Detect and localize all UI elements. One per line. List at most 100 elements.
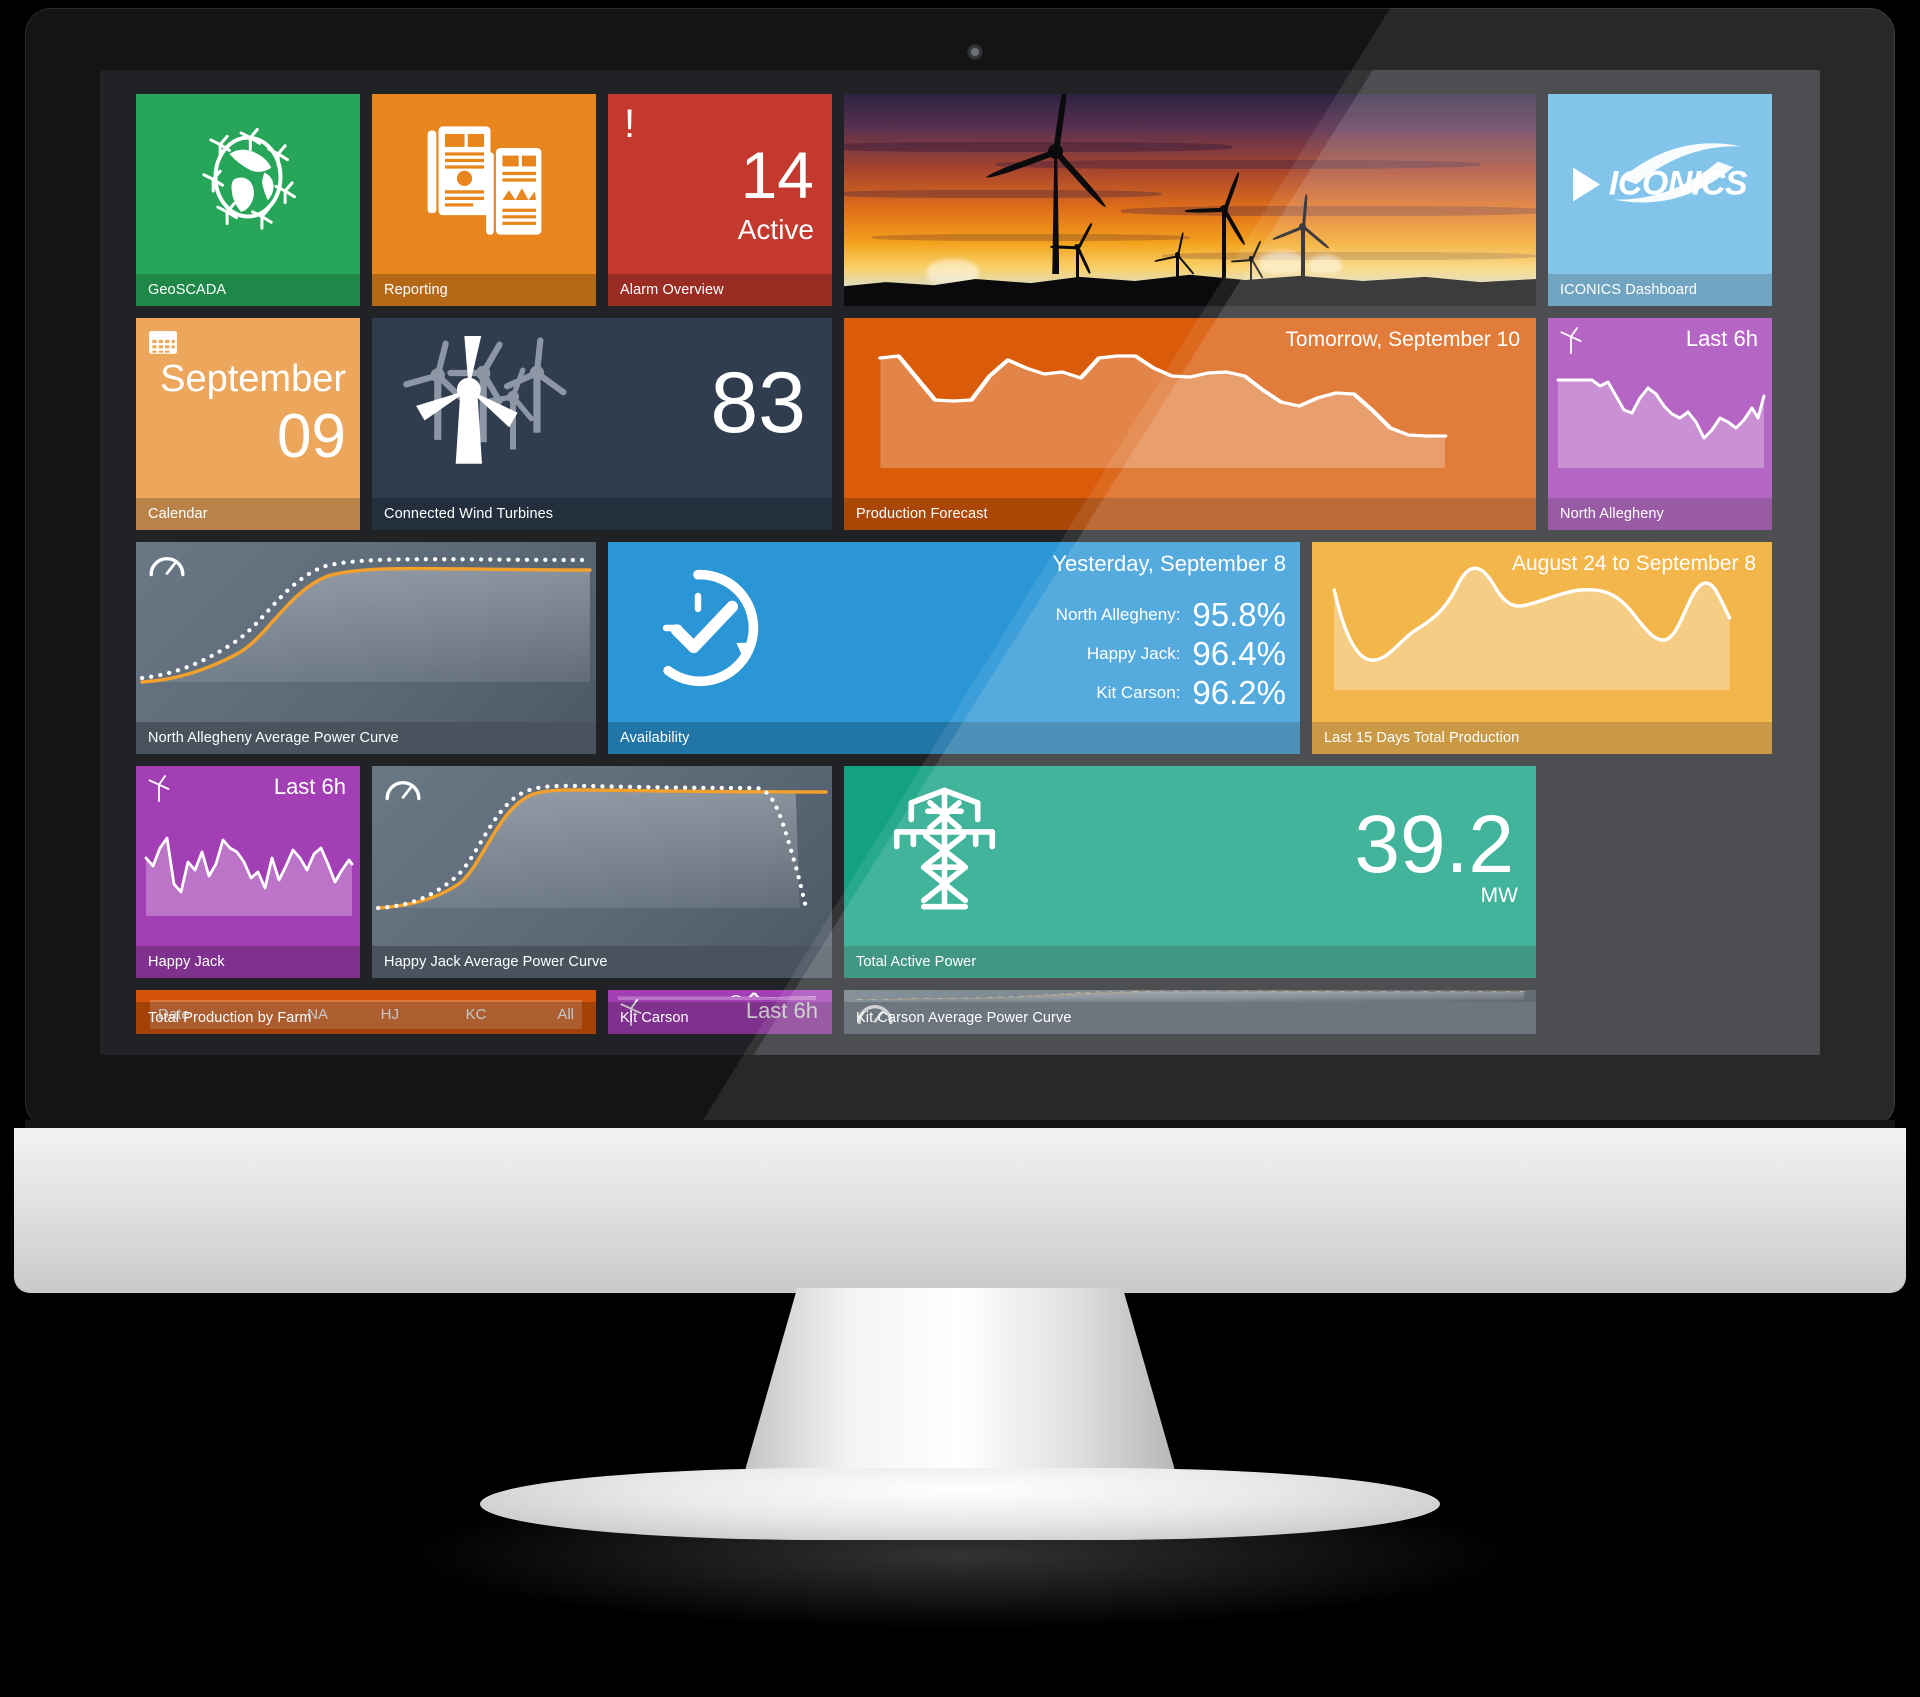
pylon-icon	[893, 787, 996, 910]
tile-last15-caption: Last 15 Days Total Production	[1312, 722, 1772, 754]
tile-production-table-caption: Total Production by Farm	[136, 1002, 596, 1034]
tile-power-caption: Total Active Power	[844, 946, 1536, 978]
tile-power-body: 39.2 MW	[844, 766, 1536, 946]
tile-geoscada[interactable]: GeoSCADA	[136, 94, 360, 306]
tile-grid: GeoSCADA Reporting ! 14 Active Alarm Ove…	[136, 94, 1786, 1034]
tile-na6h-caption: North Allegheny	[1548, 498, 1772, 530]
wind-farm-photo	[844, 94, 1536, 306]
tile-reporting[interactable]: Reporting	[372, 94, 596, 306]
tile-last15-body: August 24 to September 8	[1312, 542, 1772, 722]
tile-geoscada-label: GeoSCADA	[148, 282, 227, 298]
turbine-silhouette	[1230, 240, 1272, 298]
tile-iconics-label: ICONICS Dashboard	[1560, 282, 1698, 298]
tile-calendar-caption: Calendar	[136, 498, 360, 530]
availability-header: Yesterday, September 8	[1052, 551, 1286, 576]
na-power-curve-chart	[139, 557, 593, 684]
tile-na-power-curve[interactable]: North Allegheny Average Power Curve	[136, 542, 596, 754]
tile-na6h-body: Last 6h	[1548, 318, 1772, 498]
globe-turbines-icon	[202, 127, 296, 230]
tile-calendar-body: September 09	[136, 318, 360, 498]
power-value: 39.2	[1354, 799, 1514, 890]
tile-total-production-by-farm[interactable]: Date NA HJ KC All 9/8/2016	[136, 990, 596, 1034]
tile-forecast-label: Production Forecast	[856, 506, 988, 522]
kc-power-curve-chart	[855, 990, 1528, 1000]
availability-name: Kit Carson:	[1096, 682, 1181, 702]
tile-geoscada-caption: GeoSCADA	[136, 274, 360, 306]
gauge-icon	[385, 780, 421, 801]
tile-alarm-label: Alarm Overview	[620, 282, 724, 298]
availability-value: 96.4%	[1192, 635, 1286, 672]
turbine-silhouette	[1272, 193, 1333, 286]
tile-availability-body: Yesterday, September 8 North Allegheny: …	[608, 542, 1300, 722]
tile-turbines-body: 83	[372, 318, 832, 498]
tile-hj-curve-caption: Happy Jack Average Power Curve	[372, 946, 832, 978]
tile-kc-curve-caption: Kit Carson Average Power Curve	[844, 1002, 1536, 1034]
tile-reporting-caption: Reporting	[372, 274, 596, 306]
clock-check-icon	[662, 569, 759, 687]
tile-reporting-label: Reporting	[384, 282, 448, 298]
tile-availability-caption: Availability	[608, 722, 1300, 754]
availability-row: Happy Jack: 96.4%	[1056, 637, 1286, 670]
tile-availability[interactable]: Yesterday, September 8 North Allegheny: …	[608, 542, 1300, 754]
tile-kc-power-curve[interactable]: Kit Carson Average Power Curve	[844, 990, 1536, 1034]
tile-kc6h-body: Last 6h	[608, 990, 832, 1027]
tile-power-label: Total Active Power	[856, 954, 977, 970]
tile-wind-farm-photo[interactable]	[844, 94, 1536, 306]
tile-alarm-caption: Alarm Overview	[608, 274, 832, 306]
na-6h-area-chart	[1556, 378, 1766, 468]
exclamation-icon: !	[624, 102, 636, 146]
tile-connected-wind-turbines[interactable]: 83 Connected Wind Turbines	[372, 318, 832, 530]
tile-turbines-label: Connected Wind Turbines	[384, 506, 554, 522]
dashboard-screen: GeoSCADA Reporting ! 14 Active Alarm Ove…	[100, 70, 1820, 1055]
tile-production-forecast[interactable]: Tomorrow, September 10 Production Foreca…	[844, 318, 1536, 530]
tile-turbines-caption: Connected Wind Turbines	[372, 498, 832, 530]
tile-hj6h-body: Last 6h	[136, 766, 360, 946]
alarm-status: Active	[737, 214, 814, 245]
tile-kc-curve-body	[844, 990, 1536, 1025]
turbine-silhouette	[1049, 222, 1104, 296]
tile-kc-curve-label: Kit Carson Average Power Curve	[856, 1010, 1072, 1026]
tile-kc6h-caption: Kit Carson	[608, 1002, 832, 1034]
kc-6h-area-chart	[616, 992, 818, 1000]
tile-hj-curve-label: Happy Jack Average Power Curve	[384, 954, 608, 970]
gauge-icon	[149, 556, 185, 577]
availability-row: Kit Carson: 96.2%	[1056, 676, 1286, 709]
hj-power-curve-chart	[375, 783, 828, 911]
tile-kc6h-label: Kit Carson	[620, 1010, 689, 1026]
tile-hj-power-curve[interactable]: Happy Jack Average Power Curve	[372, 766, 832, 978]
tile-last-15-days-production[interactable]: August 24 to September 8 Last 15 Days To…	[1312, 542, 1772, 754]
calendar-icon	[149, 331, 177, 354]
availability-rows: North Allegheny: 95.8% Happy Jack: 96.4%…	[1056, 598, 1286, 709]
monitor-base	[480, 1468, 1440, 1540]
monitor-bezel: GeoSCADA Reporting ! 14 Active Alarm Ove…	[100, 70, 1820, 1055]
tile-na-curve-body	[136, 542, 596, 722]
webcam-icon	[967, 44, 983, 60]
monitor-frame: GeoSCADA Reporting ! 14 Active Alarm Ove…	[25, 8, 1895, 1128]
power-unit: MW	[1480, 884, 1518, 907]
availability-row: North Allegheny: 95.8%	[1056, 598, 1286, 631]
tile-iconics-body: ICONICS	[1548, 94, 1772, 274]
tile-hj6h-label: Happy Jack	[148, 954, 225, 970]
availability-name: Happy Jack:	[1086, 643, 1181, 663]
tile-hj6h-caption: Happy Jack	[136, 946, 360, 978]
tile-alarm-overview[interactable]: ! 14 Active Alarm Overview	[608, 94, 832, 306]
tile-na-curve-label: North Allegheny Average Power Curve	[148, 730, 399, 746]
tile-availability-label: Availability	[620, 730, 690, 746]
tile-total-active-power[interactable]: 39.2 MW Total Active Power	[844, 766, 1536, 978]
wind-turbines-icon	[403, 335, 567, 464]
tile-calendar[interactable]: September 09 Calendar	[136, 318, 360, 530]
tile-kit-carson-last6h[interactable]: Last 6h Kit Carson	[608, 990, 832, 1034]
tile-iconics-dashboard[interactable]: ICONICS ICONICS Dashboard	[1548, 94, 1772, 306]
tile-calendar-label: Calendar	[148, 506, 208, 522]
tile-geoscada-body	[136, 94, 360, 274]
alarm-count: 14	[740, 138, 814, 212]
tile-happy-jack-last6h[interactable]: Last 6h Happy Jack	[136, 766, 360, 978]
tile-na6h-label: North Allegheny	[1560, 506, 1664, 522]
turbines-value: 83	[710, 355, 806, 451]
iconics-swoosh-icon	[1613, 143, 1741, 203]
turbine-silhouette	[1154, 232, 1201, 298]
calendar-month: September	[160, 358, 346, 400]
forecast-header: Tomorrow, September 10	[1285, 328, 1520, 351]
tile-north-allegheny-last6h[interactable]: Last 6h North Allegheny	[1548, 318, 1772, 530]
hj-6h-area-chart	[144, 836, 354, 916]
